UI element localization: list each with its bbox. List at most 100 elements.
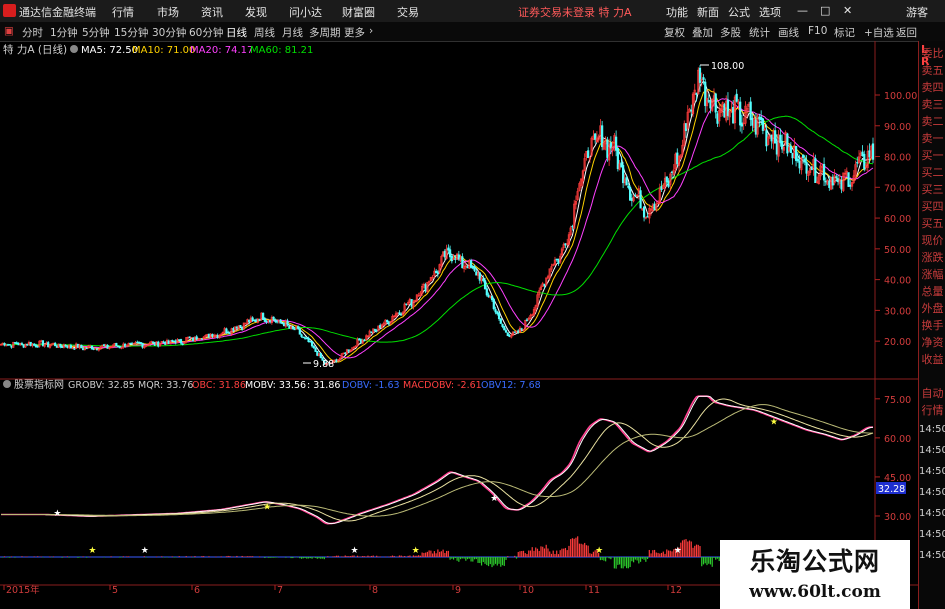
- btn-zixuan[interactable]: +自选: [864, 25, 894, 40]
- price-panel-title: 特 力A (日线): [3, 43, 67, 56]
- menu-wenxiaoda[interactable]: 问小达: [289, 4, 322, 20]
- sidebar-tab-13[interactable]: 涨幅: [919, 268, 945, 281]
- menu-shichang[interactable]: 市场: [157, 4, 179, 20]
- watermark-url: www.60lt.com: [749, 582, 881, 602]
- sidebar-tab-12[interactable]: 涨跌: [919, 251, 945, 264]
- chart-svg[interactable]: 特 力A (日线) MA5: 72.50 MA10: 71.00 MA20: 7…: [0, 41, 918, 596]
- period-daily[interactable]: 日线: [226, 25, 247, 40]
- candle-body: [262, 312, 265, 320]
- period-60min[interactable]: 60分钟: [189, 25, 223, 40]
- sidebar-tab-4[interactable]: 卖二: [919, 115, 945, 128]
- sidebar-tab-1[interactable]: 卖五: [919, 64, 945, 77]
- sidebar-time-6: 14:50: [919, 550, 945, 561]
- menu-hangqing[interactable]: 行情: [112, 4, 134, 20]
- menu-xinmian[interactable]: 新面: [697, 4, 719, 20]
- btn-diejia[interactable]: 叠加: [692, 25, 713, 40]
- candle-body: [405, 303, 408, 305]
- candle-body: [594, 133, 597, 140]
- period-fenshi[interactable]: 分时: [22, 25, 43, 40]
- candle-body: [312, 345, 315, 348]
- toolbar-grid-icon[interactable]: ▣: [4, 25, 14, 37]
- x-axis-tick-label: 6: [194, 585, 200, 595]
- candle-body: [660, 186, 663, 190]
- candle-body: [291, 326, 294, 329]
- sidebar-tab-10[interactable]: 买五: [919, 217, 945, 230]
- candle-body: [288, 325, 291, 329]
- star-marker: ★: [88, 546, 96, 556]
- candle-body: [461, 256, 464, 269]
- candle-body: [861, 151, 864, 157]
- maximize-button[interactable]: □: [820, 4, 830, 17]
- minimize-button[interactable]: —: [797, 4, 808, 17]
- candle-body: [707, 100, 710, 102]
- candle-body: [609, 142, 612, 149]
- candle-body: [735, 93, 738, 102]
- candle-body: [791, 152, 794, 159]
- sidebar-tab-7[interactable]: 买二: [919, 166, 945, 179]
- sidebar-tab-11[interactable]: 现价: [919, 234, 945, 247]
- chevron-right-icon[interactable]: ›: [369, 25, 373, 37]
- sidebar-tab-17[interactable]: 净资: [919, 336, 945, 349]
- menu-faxian[interactable]: 发现: [245, 4, 267, 20]
- sidebar-tab-16[interactable]: 换手: [919, 319, 945, 332]
- close-button[interactable]: ✕: [843, 4, 852, 17]
- sidebar-tab-3[interactable]: 卖三: [919, 98, 945, 111]
- candle-body: [293, 328, 296, 331]
- chart-area[interactable]: 特 力A (日线) MA5: 72.50 MA10: 71.00 MA20: 7…: [0, 41, 918, 596]
- sidebar-tab-0[interactable]: 委比: [919, 47, 945, 60]
- candle-body: [760, 116, 763, 121]
- settings-dot-icon[interactable]: [70, 45, 78, 53]
- btn-biaoji[interactable]: 标记: [834, 25, 855, 40]
- candle-body: [251, 317, 254, 321]
- menu-caifuquan[interactable]: 财富圈: [342, 4, 375, 20]
- sidebar-bottom-tab-0[interactable]: 自动: [919, 387, 945, 400]
- star-marker: ★: [595, 546, 603, 556]
- btn-duogu[interactable]: 多股: [720, 25, 741, 40]
- login-notice[interactable]: 证券交易未登录 特 力A: [518, 4, 632, 20]
- sidebar-tab-6[interactable]: 买一: [919, 149, 945, 162]
- sidebar-tab-15[interactable]: 外盘: [919, 302, 945, 315]
- period-monthly[interactable]: 月线: [282, 25, 303, 40]
- ma60-label: MA60: 81.21: [250, 45, 313, 56]
- btn-huaxian[interactable]: 画线: [778, 25, 799, 40]
- candle-body: [26, 343, 29, 346]
- candle-body: [130, 342, 134, 345]
- menu-gongshi[interactable]: 公式: [728, 4, 750, 20]
- candle-body: [454, 258, 457, 260]
- candle-body: [810, 166, 813, 171]
- btn-tongji[interactable]: 统计: [749, 25, 770, 40]
- candle-body: [386, 320, 389, 323]
- candle-body: [775, 141, 778, 155]
- btn-fanhui[interactable]: 返回: [896, 25, 917, 40]
- menu-jiaoyi[interactable]: 交易: [397, 4, 419, 20]
- menu-gongneng[interactable]: 功能: [666, 4, 688, 20]
- candle-body: [642, 206, 646, 218]
- menu-zixun[interactable]: 资讯: [201, 4, 223, 20]
- menu-xuanxiang[interactable]: 选项: [759, 4, 781, 20]
- sidebar-tab-5[interactable]: 卖一: [919, 132, 945, 145]
- btn-f10[interactable]: F10: [808, 25, 827, 37]
- candle-body: [709, 99, 712, 109]
- period-5min[interactable]: 5分钟: [82, 25, 110, 40]
- sidebar-tab-18[interactable]: 收益: [919, 353, 945, 366]
- period-multi[interactable]: 多周期: [309, 25, 341, 40]
- candle-body: [6, 344, 10, 346]
- indicator-settings-icon[interactable]: [3, 380, 11, 388]
- sidebar-bottom-tab-1[interactable]: 行情: [919, 404, 945, 417]
- period-1min[interactable]: 1分钟: [50, 25, 78, 40]
- candle-body: [506, 332, 509, 337]
- sidebar-tab-8[interactable]: 买三: [919, 183, 945, 196]
- period-weekly[interactable]: 周线: [254, 25, 275, 40]
- sidebar-tab-14[interactable]: 总量: [919, 285, 945, 298]
- candle-body: [805, 161, 808, 174]
- period-more[interactable]: 更多: [344, 25, 365, 40]
- candle-body: [849, 184, 852, 187]
- btn-fuquan[interactable]: 复权: [664, 25, 685, 40]
- period-30min[interactable]: 30分钟: [152, 25, 186, 40]
- period-15min[interactable]: 15分钟: [114, 25, 148, 40]
- guest-label[interactable]: 游客: [906, 4, 928, 20]
- sidebar-tab-9[interactable]: 买四: [919, 200, 945, 213]
- sidebar-tab-2[interactable]: 卖四: [919, 81, 945, 94]
- candle-body: [803, 158, 806, 163]
- sidebar-time-3: 14:50: [919, 487, 945, 498]
